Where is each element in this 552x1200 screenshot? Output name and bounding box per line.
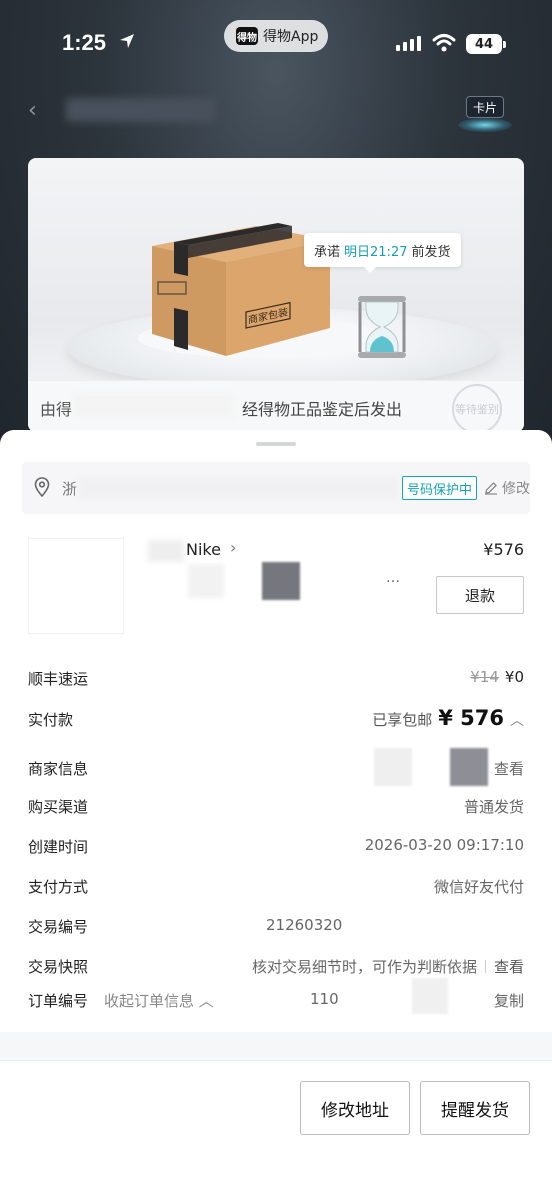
- divider: [484, 960, 486, 973]
- status-bar: 1:25 得物 得物App 44: [0, 0, 552, 90]
- hourglass-icon: [358, 296, 406, 358]
- trade-no-row: 交易编号 21260320: [28, 916, 524, 940]
- product-spec-more: …: [386, 570, 400, 586]
- page-title-redacted: [66, 98, 216, 122]
- app-logo-icon: 得物: [236, 27, 258, 45]
- merchant-row: 商家信息 查看: [28, 748, 524, 786]
- promise-suffix: 前发货: [411, 244, 451, 260]
- channel-row: 购买渠道 普通发货: [28, 796, 524, 820]
- channel-label: 购买渠道: [28, 798, 89, 816]
- trade-no-label: 交易编号: [28, 918, 89, 936]
- sheet-grabber[interactable]: [256, 442, 296, 446]
- copy-order-no-link[interactable]: 复制: [494, 990, 524, 1011]
- merchant-label: 商家信息: [28, 760, 89, 778]
- address-redacted: [78, 477, 398, 499]
- shipping-label: 顺丰速运: [28, 670, 89, 688]
- ship-promise-bubble: 承诺 明日21:27 前发货: [304, 233, 461, 273]
- product-spec-redacted: [188, 564, 224, 598]
- created-label: 创建时间: [28, 838, 89, 856]
- status-time: 1:25: [62, 30, 107, 55]
- order-no-row: 订单编号 收起订单信息 ︿ 110 复制: [28, 978, 524, 1014]
- authenticity-footer: 由得 经得物正品鉴定后发出: [28, 380, 524, 432]
- number-protection-tag: 号码保护中: [402, 476, 478, 500]
- edit-address-label: 修改: [502, 481, 530, 497]
- payment-label: 支付方式: [28, 878, 89, 896]
- section-divider: [0, 1032, 552, 1060]
- location-arrow-icon: [118, 32, 136, 54]
- footer-left-text: 由得: [40, 400, 73, 419]
- edit-address-link[interactable]: 修改: [484, 478, 530, 498]
- shipping-fee: ¥14 ¥0: [470, 668, 524, 686]
- bottom-action-bar: 修改地址 提醒发货: [0, 1060, 552, 1200]
- footer-redacted: [74, 395, 234, 417]
- pencil-icon: [485, 482, 497, 495]
- order-no-redacted: [412, 978, 448, 1014]
- created-row: 创建时间 2026-03-20 09:17:10: [28, 836, 524, 860]
- snapshot-hint: 核对交易细节时，可作为判断依据: [251, 958, 477, 976]
- free-shipping-note: 已享包邮: [372, 711, 433, 729]
- snapshot-value: 核对交易细节时，可作为判断依据 查看: [252, 956, 524, 977]
- chevron-right-icon: ›: [230, 538, 237, 557]
- battery-icon: 44: [466, 34, 506, 54]
- order-detail-sheet: 浙 号码保护中 修改 Nike › ¥576 … 退款 顺丰速运 ¥14 ¥0 实…: [0, 430, 552, 1200]
- paid-label: 实付款: [28, 711, 74, 729]
- product-image[interactable]: [28, 538, 124, 634]
- snapshot-label: 交易快照: [28, 958, 89, 976]
- address-bar[interactable]: 浙 号码保护中 修改: [22, 462, 530, 514]
- pending-auth-seal-icon: 等待鉴别: [452, 384, 502, 432]
- collapse-order-info-link[interactable]: 收起订单信息 ︿: [104, 990, 214, 1011]
- promise-prefix: 承诺: [314, 244, 341, 260]
- created-value: 2026-03-20 09:17:10: [364, 836, 524, 854]
- back-arrow-icon: ‹: [28, 98, 37, 123]
- shipping-current-fee: ¥0: [504, 668, 524, 686]
- shipping-row: 顺丰速运 ¥14 ¥0: [28, 668, 524, 692]
- channel-value: 普通发货: [463, 798, 524, 816]
- product-name-redacted: [148, 540, 184, 562]
- footer-authenticity-text: 经得物正品鉴定后发出: [242, 400, 403, 419]
- change-address-button[interactable]: 修改地址: [300, 1081, 410, 1135]
- back-button[interactable]: ‹: [28, 98, 228, 124]
- snapshot-view-link[interactable]: 查看: [494, 958, 524, 976]
- location-pin-icon: [34, 477, 50, 501]
- snapshot-row: 交易快照 核对交易细节时，可作为判断依据 查看: [28, 956, 524, 980]
- trade-no-value: 21260320: [266, 916, 343, 934]
- paid-value: 已享包邮 ¥ 576 ︿: [372, 706, 524, 730]
- refund-button[interactable]: 退款: [436, 576, 524, 614]
- merchant-redacted: [374, 748, 412, 786]
- product-price: ¥576: [483, 540, 524, 559]
- product-color-swatch: [262, 562, 300, 600]
- shipping-status-card: 商家包装 承诺 明日21:27 前发货 由得 经得物正品鉴定后发出 等待鉴别: [28, 158, 524, 432]
- promise-time: 明日21:27: [344, 244, 408, 260]
- cellular-signal-icon: [396, 36, 421, 51]
- card-glow: [458, 118, 512, 132]
- wifi-icon: [432, 33, 456, 57]
- payment-row: 支付方式 微信好友代付: [28, 876, 524, 900]
- order-no-value: 110: [310, 990, 339, 1008]
- app-switch-pill[interactable]: 得物 得物App: [224, 20, 328, 52]
- collapse-up-icon[interactable]: ︿: [510, 710, 524, 730]
- address-text: 浙: [62, 480, 78, 498]
- app-pill-label: 得物App: [263, 29, 319, 45]
- card-view-button[interactable]: 卡片: [466, 96, 504, 118]
- remind-ship-button[interactable]: 提醒发货: [420, 1081, 530, 1135]
- paid-amount: ¥ 576: [438, 706, 504, 730]
- order-no-label: 订单编号: [28, 992, 89, 1010]
- merchant-avatar-redacted: [450, 748, 488, 786]
- merchant-view-link[interactable]: 查看: [494, 758, 524, 779]
- paid-row[interactable]: 实付款 已享包邮 ¥ 576 ︿: [28, 706, 524, 736]
- product-name[interactable]: Nike: [186, 540, 221, 559]
- shipping-original-fee: ¥14: [470, 668, 499, 686]
- payment-value: 微信好友代付: [433, 878, 524, 896]
